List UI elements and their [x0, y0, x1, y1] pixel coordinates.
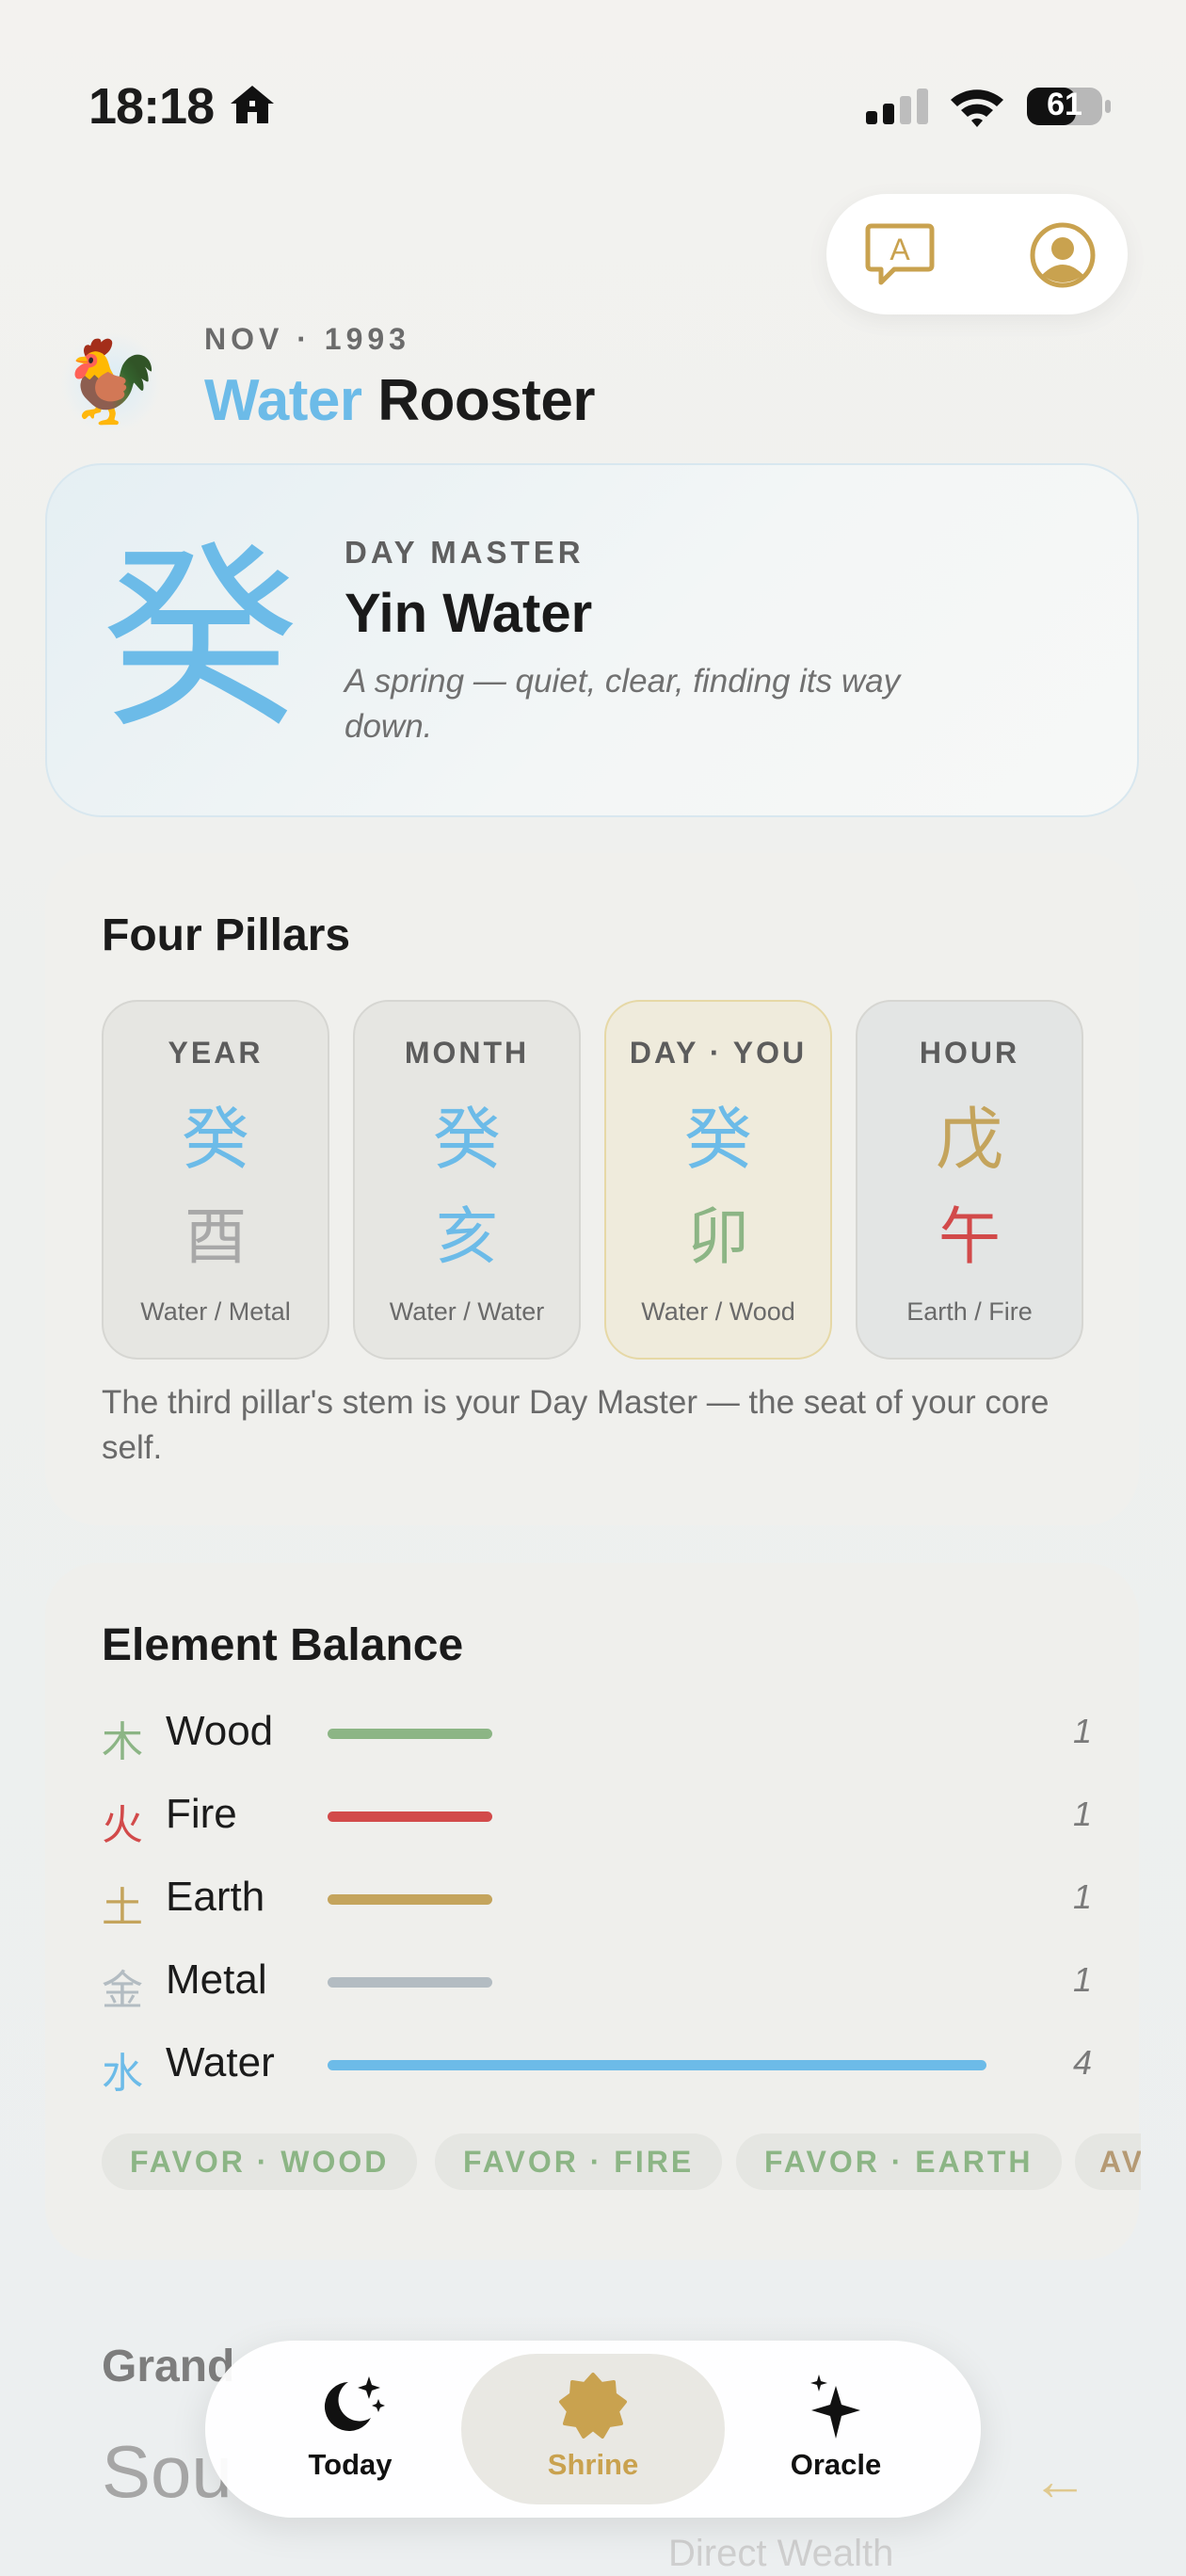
- pillar-branch: 酉: [184, 1200, 247, 1273]
- element-row-metal: 金 Metal 1: [102, 1951, 1092, 2017]
- element-name: Fire: [166, 1791, 237, 1837]
- pillar-stem: 癸: [181, 1100, 249, 1179]
- pillar-elements: Water / Water: [389, 1297, 545, 1326]
- element-glyph: 火: [102, 1801, 143, 1849]
- battery-level: 61: [1047, 87, 1082, 122]
- avoid-chip[interactable]: AV: [1075, 2133, 1141, 2190]
- element-name: Wood: [166, 1708, 274, 1754]
- element-name: Water: [166, 2039, 275, 2085]
- element-count: 1: [1072, 1712, 1092, 1750]
- pillar-year[interactable]: YEAR 癸 酉 Water / Metal: [102, 1000, 329, 1360]
- rooster-avatar: 🐓: [60, 331, 162, 433]
- favor-chip-fire[interactable]: FAVOR · FIRE: [435, 2133, 723, 2190]
- title-animal: Rooster: [377, 368, 595, 433]
- element-count: 1: [1072, 1960, 1092, 1999]
- four-pillars-title: Four Pillars: [102, 910, 351, 960]
- cellular-signal-icon: [866, 89, 928, 124]
- pillar-label: HOUR: [919, 1036, 1020, 1070]
- tab-oracle[interactable]: Oracle: [742, 2358, 930, 2499]
- tab-today[interactable]: Today: [256, 2358, 444, 2499]
- element-bar: [328, 1894, 492, 1905]
- element-row-water: 水 Water 4: [102, 2034, 1092, 2100]
- day-master-glyph: 癸: [102, 524, 300, 755]
- element-glyph: 木: [102, 1718, 143, 1766]
- element-bar: [328, 1811, 492, 1822]
- element-bar: [328, 1729, 492, 1739]
- day-master-name: Yin Water: [345, 583, 593, 644]
- wifi-icon: [951, 89, 1003, 127]
- pillar-stem: 戊: [935, 1100, 1003, 1179]
- shrine-badge-icon: [559, 2373, 627, 2439]
- pillar-stem: 癸: [683, 1100, 752, 1179]
- profile-icon[interactable]: [1028, 220, 1098, 290]
- tab-label: Shrine: [547, 2448, 639, 2481]
- next-section-title: Grand: [102, 2342, 235, 2391]
- element-name: Earth: [166, 1874, 265, 1920]
- element-glyph: 水: [102, 2050, 143, 2098]
- element-count: 1: [1072, 1877, 1092, 1916]
- pillar-stem: 癸: [432, 1100, 501, 1179]
- favor-chip-wood[interactable]: FAVOR · WOOD: [102, 2133, 418, 2190]
- translate-button[interactable]: A: [862, 218, 938, 290]
- pillar-hour[interactable]: HOUR 戊 午 Earth / Fire: [856, 1000, 1083, 1360]
- home-icon: [231, 86, 274, 123]
- pillar-month[interactable]: MONTH 癸 亥 Water / Water: [353, 1000, 581, 1360]
- tab-label: Oracle: [790, 2448, 882, 2481]
- arrow-left-icon[interactable]: ←: [1032, 2448, 1088, 2513]
- day-master-description: A spring — quiet, clear, finding its way…: [345, 663, 901, 745]
- pillar-label: DAY · YOU: [629, 1036, 808, 1070]
- element-name: Metal: [166, 1956, 267, 2003]
- birth-date: NOV · 1993: [204, 322, 410, 356]
- status-time: 18:18: [88, 78, 215, 135]
- tab-shrine[interactable]: Shrine: [499, 2358, 687, 2499]
- element-balance-title: Element Balance: [102, 1620, 464, 1670]
- tab-label: Today: [308, 2448, 393, 2481]
- element-count: 1: [1072, 1795, 1092, 1833]
- element-count: 4: [1072, 2043, 1092, 2082]
- element-glyph: 土: [102, 1884, 143, 1932]
- svg-text:A: A: [890, 233, 910, 266]
- battery-indicator: 61: [1026, 85, 1113, 128]
- element-row-wood: 木 Wood 1: [102, 1702, 1092, 1768]
- title-element: Water: [204, 368, 362, 433]
- pillar-branch: 卯: [687, 1200, 749, 1273]
- element-row-fire: 火 Fire 1: [102, 1785, 1092, 1851]
- pillars-note: The third pillar's stem is your Day Mast…: [102, 1384, 1050, 1466]
- favor-chip-earth[interactable]: FAVOR · EARTH: [736, 2133, 1062, 2190]
- pillar-elements: Water / Metal: [140, 1297, 291, 1326]
- pillar-branch: 午: [938, 1200, 1001, 1273]
- page-title: Water Rooster: [204, 367, 595, 434]
- next-section-sub: Direct Wealth: [668, 2533, 894, 2574]
- element-bar: [328, 2060, 986, 2070]
- moon-stars-icon: [324, 2376, 385, 2431]
- pillar-branch: 亥: [436, 1200, 498, 1273]
- pillar-elements: Water / Wood: [641, 1297, 795, 1326]
- sparkles-icon: [810, 2375, 860, 2439]
- pillar-label: YEAR: [168, 1036, 264, 1070]
- element-bar: [328, 1977, 492, 1988]
- element-row-earth: 土 Earth 1: [102, 1868, 1092, 1934]
- pillar-day[interactable]: DAY · YOU 癸 卯 Water / Wood: [604, 1000, 832, 1360]
- pillar-elements: Earth / Fire: [906, 1297, 1033, 1326]
- element-glyph: 金: [102, 1967, 143, 2015]
- pillar-label: MONTH: [404, 1036, 530, 1070]
- day-master-label: DAY MASTER: [345, 535, 585, 570]
